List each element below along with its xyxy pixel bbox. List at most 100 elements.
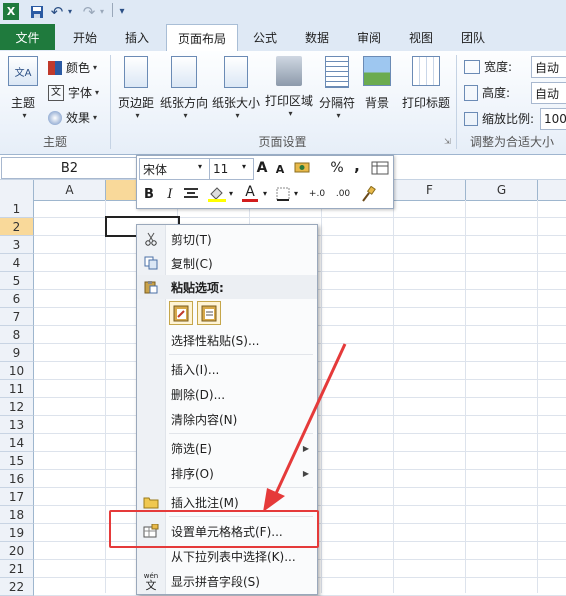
name-box[interactable]: B2: [1, 157, 138, 179]
menu-item-copy[interactable]: 复制(C): [137, 251, 317, 275]
row-header-4[interactable]: 4: [0, 254, 34, 272]
menu-item-cut[interactable]: 剪切(T): [137, 227, 317, 251]
format-painter-table-icon[interactable]: [371, 160, 389, 176]
grid-line: [465, 200, 466, 593]
breaks-label: 分隔符: [318, 96, 355, 110]
orientation-button[interactable]: 纸张方向 ▾: [159, 56, 209, 120]
row-header-2[interactable]: 2: [0, 218, 34, 236]
row-header-7[interactable]: 7: [0, 308, 34, 326]
format-painter-icon[interactable]: [359, 185, 377, 203]
background-icon: [363, 56, 391, 86]
row-header-22[interactable]: 22: [0, 578, 34, 596]
row-header-19[interactable]: 19: [0, 524, 34, 542]
menu-item-copy-label: 复制(C): [171, 256, 213, 271]
column-header-a[interactable]: A: [34, 180, 106, 200]
bold-button[interactable]: B: [141, 185, 157, 203]
tab-team[interactable]: 团队: [452, 25, 494, 50]
paste-option-clipboard-icon[interactable]: [169, 301, 193, 325]
undo-dropdown-icon[interactable]: ▾: [66, 3, 74, 20]
row-header-14[interactable]: 14: [0, 434, 34, 452]
row-header-11[interactable]: 11: [0, 380, 34, 398]
fill-color-button[interactable]: [207, 185, 227, 203]
percent-style-button[interactable]: %: [329, 159, 345, 177]
row-header-12[interactable]: 12: [0, 398, 34, 416]
font-size-dropdown-icon[interactable]: ▾: [239, 162, 249, 171]
fonts-label: 字体: [68, 86, 93, 100]
row-header-10[interactable]: 10: [0, 362, 34, 380]
accounting-format-button[interactable]: [293, 159, 315, 177]
select-all-corner[interactable]: [0, 180, 34, 200]
width-select[interactable]: 自动: [531, 56, 566, 78]
tab-view[interactable]: 视图: [400, 25, 442, 50]
copy-icon: [143, 255, 159, 271]
size-button[interactable]: 纸张大小 ▾: [211, 56, 261, 120]
redo-icon[interactable]: ↷: [82, 3, 96, 21]
page-setup-launcher-icon[interactable]: ⇲: [444, 137, 451, 146]
phonetic-icon: wén 文: [143, 571, 159, 592]
colors-button[interactable]: 颜色 ▾: [48, 59, 97, 76]
tab-home[interactable]: 开始: [62, 25, 108, 50]
scissors-icon: [143, 231, 159, 247]
page-setup-group-label: 页面设置: [258, 135, 307, 149]
column-header-g[interactable]: G: [466, 180, 538, 200]
font-color-button[interactable]: A: [241, 183, 259, 203]
scale-input[interactable]: 100%: [540, 108, 566, 130]
row-header-5[interactable]: 5: [0, 272, 34, 290]
undo-icon[interactable]: ↶: [50, 3, 64, 21]
print-area-icon: [276, 56, 302, 86]
margins-button[interactable]: 页边距 ▾: [115, 56, 157, 120]
paste-option-values-icon[interactable]: [197, 301, 221, 325]
row-header-15[interactable]: 15: [0, 452, 34, 470]
fonts-button[interactable]: 文 字体 ▾: [48, 84, 99, 101]
tab-data[interactable]: 数据: [296, 25, 338, 50]
redo-dropdown-icon[interactable]: ▾: [98, 3, 106, 20]
tab-file[interactable]: 文件: [0, 24, 55, 50]
customize-qat-icon[interactable]: ▾: [117, 3, 127, 20]
menu-item-phonetic[interactable]: wén 文 显示拼音字段(S): [137, 569, 317, 593]
mini-toolbar: 宋体 ▾ 11 ▾ A A % , B I ▾ A ▾ ▾ +.0 .00: [136, 155, 394, 209]
font-color-dropdown-icon[interactable]: ▾: [261, 189, 269, 198]
comma-style-button[interactable]: ,: [351, 157, 363, 175]
row-header-17[interactable]: 17: [0, 488, 34, 506]
row-header-21[interactable]: 21: [0, 560, 34, 578]
excel-logo-icon[interactable]: X: [3, 3, 19, 20]
fill-color-dropdown-icon[interactable]: ▾: [227, 189, 235, 198]
grid-line: [105, 200, 106, 593]
width-row: 宽度:: [464, 58, 512, 75]
italic-button[interactable]: I: [163, 185, 177, 203]
menu-item-paste-options-label: 粘贴选项:: [171, 280, 224, 295]
row-header-3[interactable]: 3: [0, 236, 34, 254]
row-header-1[interactable]: 1: [0, 200, 34, 218]
align-center-button[interactable]: [183, 185, 199, 203]
effects-button[interactable]: 效果 ▾: [48, 109, 97, 126]
breaks-button[interactable]: 分隔符 ▾: [317, 56, 357, 120]
increase-decimal-button[interactable]: +.0: [305, 185, 329, 203]
shrink-font-button[interactable]: A: [273, 161, 287, 177]
borders-button[interactable]: [275, 185, 291, 203]
tab-insert[interactable]: 插入: [114, 25, 160, 50]
tab-formulas[interactable]: 公式: [244, 25, 286, 50]
row-header-20[interactable]: 20: [0, 542, 34, 560]
row-header-16[interactable]: 16: [0, 470, 34, 488]
column-header-f[interactable]: F: [394, 180, 466, 200]
row-header-6[interactable]: 6: [0, 290, 34, 308]
margins-label: 页边距: [117, 96, 154, 110]
breaks-icon: [325, 56, 349, 88]
tab-review[interactable]: 审阅: [348, 25, 390, 50]
grow-font-button[interactable]: A: [253, 159, 271, 177]
themes-button[interactable]: 文A 主题 ▾: [6, 56, 40, 120]
row-header-8[interactable]: 8: [0, 326, 34, 344]
row-header-18[interactable]: 18: [0, 506, 34, 524]
background-button[interactable]: 背景: [360, 56, 394, 111]
save-icon[interactable]: [30, 3, 44, 20]
tab-page-layout[interactable]: 页面布局: [166, 24, 238, 52]
borders-dropdown-icon[interactable]: ▾: [292, 189, 300, 198]
fonts-icon: 文: [48, 84, 64, 101]
row-header-13[interactable]: 13: [0, 416, 34, 434]
height-select[interactable]: 自动: [531, 82, 566, 104]
print-titles-button[interactable]: 打印标题: [398, 56, 454, 111]
print-area-button[interactable]: 打印区域 ▾: [263, 56, 315, 118]
decrease-decimal-button[interactable]: .00: [331, 185, 355, 203]
font-name-dropdown-icon[interactable]: ▾: [195, 162, 205, 171]
row-header-9[interactable]: 9: [0, 344, 34, 362]
